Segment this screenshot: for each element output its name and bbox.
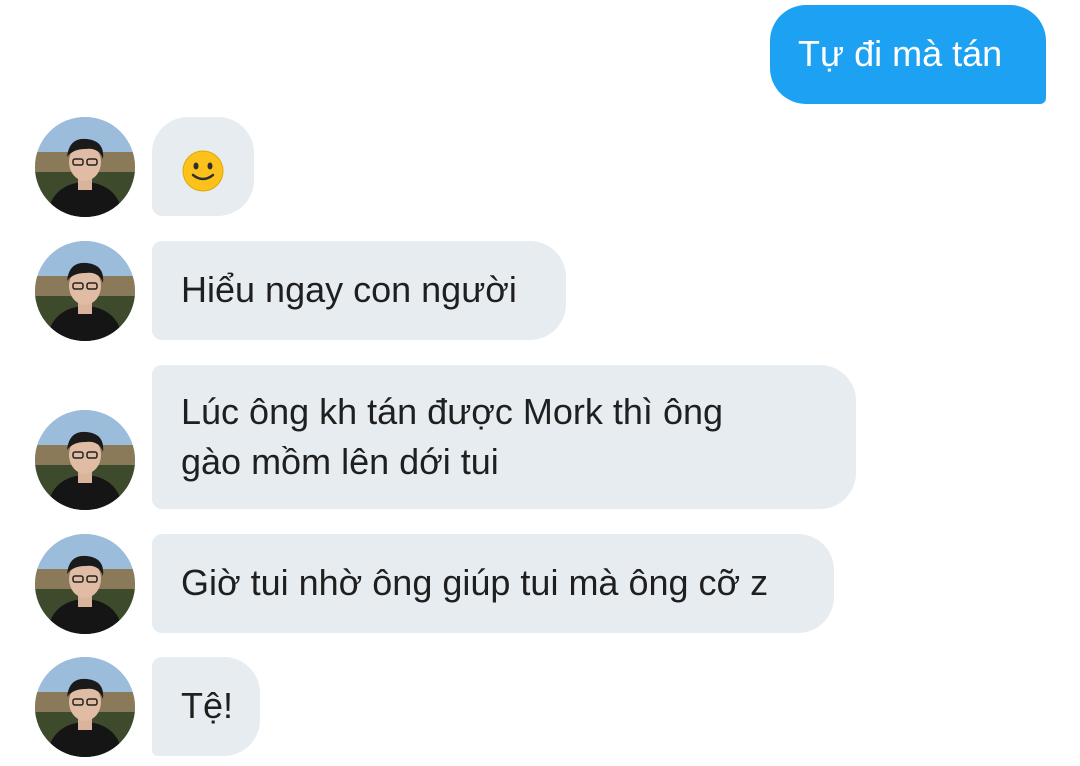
- sender-avatar[interactable]: [35, 117, 135, 217]
- incoming-message-bubble[interactable]: Hiểu ngay con người: [152, 241, 566, 340]
- sender-avatar[interactable]: [35, 657, 135, 757]
- incoming-message-bubble[interactable]: Giờ tui nhờ ông giúp tui mà ông cỡ z: [152, 534, 834, 633]
- avatar-photo-icon: [35, 534, 135, 634]
- message-text: Giờ tui nhờ ông giúp tui mà ông cỡ z: [181, 562, 769, 603]
- avatar-photo-icon: [35, 657, 135, 757]
- sender-avatar[interactable]: [35, 534, 135, 634]
- avatar-photo-icon: [35, 117, 135, 217]
- incoming-message-bubble[interactable]: Lúc ông kh tán được Mork thì ông gào mồm…: [152, 365, 856, 509]
- message-text: Lúc ông kh tán được Mork thì ông gào mồm…: [181, 391, 724, 482]
- message-text: Tệ!: [181, 685, 234, 726]
- sender-avatar[interactable]: [35, 241, 135, 341]
- incoming-message-bubble[interactable]: [152, 117, 254, 216]
- outgoing-message-bubble[interactable]: Tự đi mà tán: [770, 5, 1046, 104]
- avatar-photo-icon: [35, 410, 135, 510]
- sender-avatar[interactable]: [35, 410, 135, 510]
- message-text: Hiểu ngay con người: [181, 269, 517, 310]
- avatar-photo-icon: [35, 241, 135, 341]
- slightly-smiling-face-emoji-icon: [182, 150, 224, 192]
- incoming-message-bubble[interactable]: Tệ!: [152, 657, 260, 756]
- message-text: Tự đi mà tán: [798, 33, 1003, 74]
